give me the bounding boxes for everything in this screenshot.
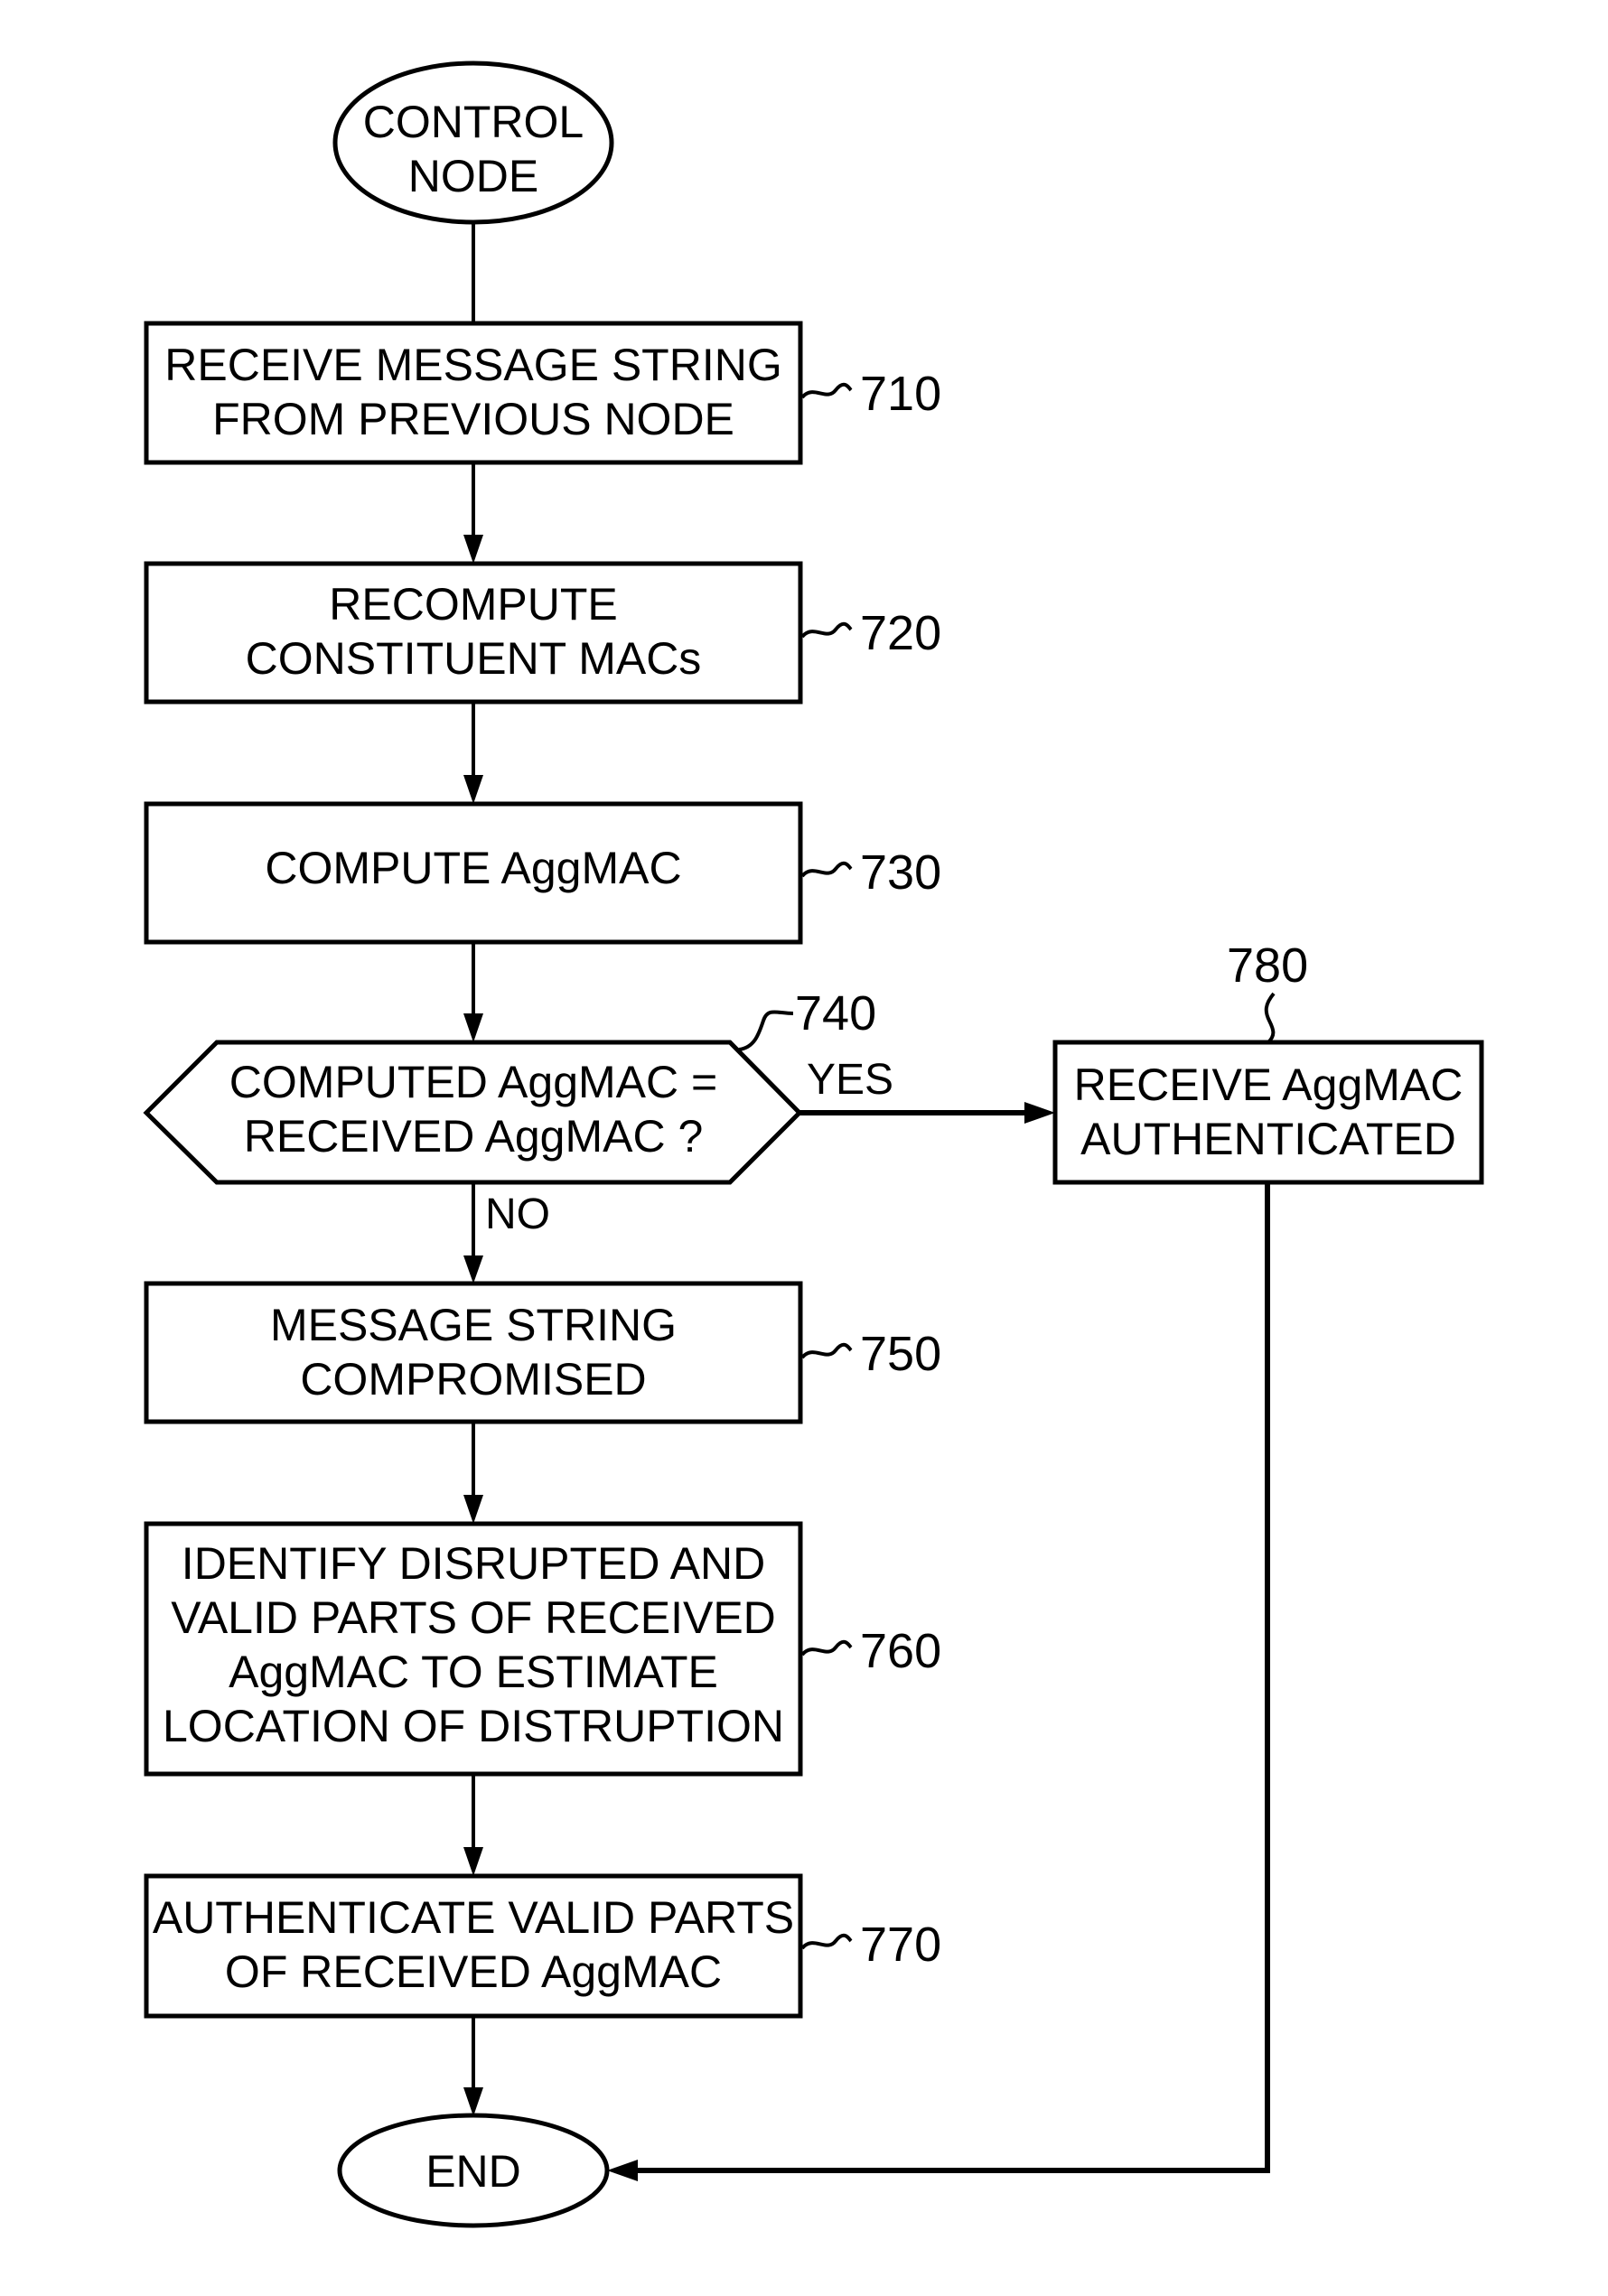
process-step-750: MESSAGE STRING COMPROMISED 750	[144, 1281, 941, 1424]
step-720-line-2: CONSTITUENT MACs	[246, 633, 702, 684]
arrowhead-730	[463, 775, 483, 804]
ref-780: 780	[1227, 938, 1308, 993]
leader-710-icon	[800, 382, 853, 399]
start-label-line-1: CONTROL	[363, 97, 584, 147]
ref-750: 750	[860, 1327, 941, 1381]
decision-step-740: COMPUTED AggMAC = RECEIVED AggMAC ? 740 …	[143, 986, 893, 1238]
step-770-line-2: OF RECEIVED AggMAC	[225, 1946, 722, 1997]
branch-yes-label: YES	[807, 1056, 893, 1104]
leader-730-icon	[800, 861, 853, 878]
step-730-line-1: COMPUTE AggMAC	[265, 843, 681, 893]
ref-770: 770	[860, 1918, 941, 1972]
arrowhead-end-right	[607, 2160, 638, 2181]
step-770-line-1: AUTHENTICATE VALID PARTS	[153, 1892, 794, 1943]
step-710-line-1: RECEIVE MESSAGE STRING	[164, 340, 781, 390]
step-760-line-3: AggMAC TO ESTIMATE	[229, 1647, 718, 1697]
step-760-line-2: VALID PARTS OF RECEIVED	[171, 1592, 776, 1643]
arrowhead-770	[463, 1847, 483, 1876]
process-step-780: RECEIVE AggMAC AUTHENTICATED 780	[1052, 938, 1484, 1185]
step-780-line-1: RECEIVE AggMAC	[1074, 1059, 1463, 1110]
ref-740: 740	[795, 986, 876, 1041]
ref-720: 720	[860, 606, 941, 660]
start-terminal: CONTROL NODE	[332, 61, 614, 225]
arrowhead-720	[463, 535, 483, 564]
step-750-line-2: COMPROMISED	[300, 1354, 646, 1405]
ref-730: 730	[860, 845, 941, 900]
leader-750-icon	[800, 1342, 853, 1359]
leader-770-icon	[800, 1933, 853, 1950]
arrowhead-740	[463, 1013, 483, 1042]
step-720-line-1: RECOMPUTE	[329, 579, 617, 630]
end-terminal: END	[337, 2113, 610, 2228]
step-780-line-2: AUTHENTICATED	[1080, 1114, 1456, 1164]
decision-740-line-1: COMPUTED AggMAC =	[229, 1057, 717, 1107]
process-step-710: RECEIVE MESSAGE STRING FROM PREVIOUS NOD…	[144, 321, 941, 465]
end-label: END	[425, 2146, 521, 2197]
arrowhead-end-top	[463, 2087, 483, 2116]
arrowhead-780	[1024, 1102, 1055, 1124]
leader-740-icon	[738, 1010, 794, 1051]
start-label-line-2: NODE	[408, 151, 538, 201]
decision-740-line-2: RECEIVED AggMAC ?	[244, 1111, 704, 1162]
process-step-770: AUTHENTICATE VALID PARTS OF RECEIVED Agg…	[144, 1873, 941, 2019]
process-step-720: RECOMPUTE CONSTITUENT MACs 720	[144, 561, 941, 705]
process-step-760: IDENTIFY DISRUPTED AND VALID PARTS OF RE…	[144, 1521, 941, 1777]
leader-760-icon	[800, 1639, 853, 1657]
branch-no-label: NO	[485, 1190, 550, 1238]
flowchart: CONTROL NODE RECEIVE MESSAGE STRING FROM…	[143, 61, 1484, 2228]
leader-780-icon	[1264, 992, 1276, 1044]
step-760-line-4: LOCATION OF DISTRUPTION	[163, 1701, 784, 1751]
arrowhead-760	[463, 1495, 483, 1524]
process-step-730: COMPUTE AggMAC 730	[144, 801, 941, 945]
leader-720-icon	[800, 621, 853, 639]
ref-710: 710	[860, 367, 941, 421]
step-710-line-2: FROM PREVIOUS NODE	[212, 394, 734, 444]
ref-760: 760	[860, 1624, 941, 1678]
step-760-line-1: IDENTIFY DISRUPTED AND	[182, 1538, 765, 1589]
arrowhead-750	[463, 1255, 483, 1283]
step-750-line-1: MESSAGE STRING	[270, 1300, 677, 1350]
